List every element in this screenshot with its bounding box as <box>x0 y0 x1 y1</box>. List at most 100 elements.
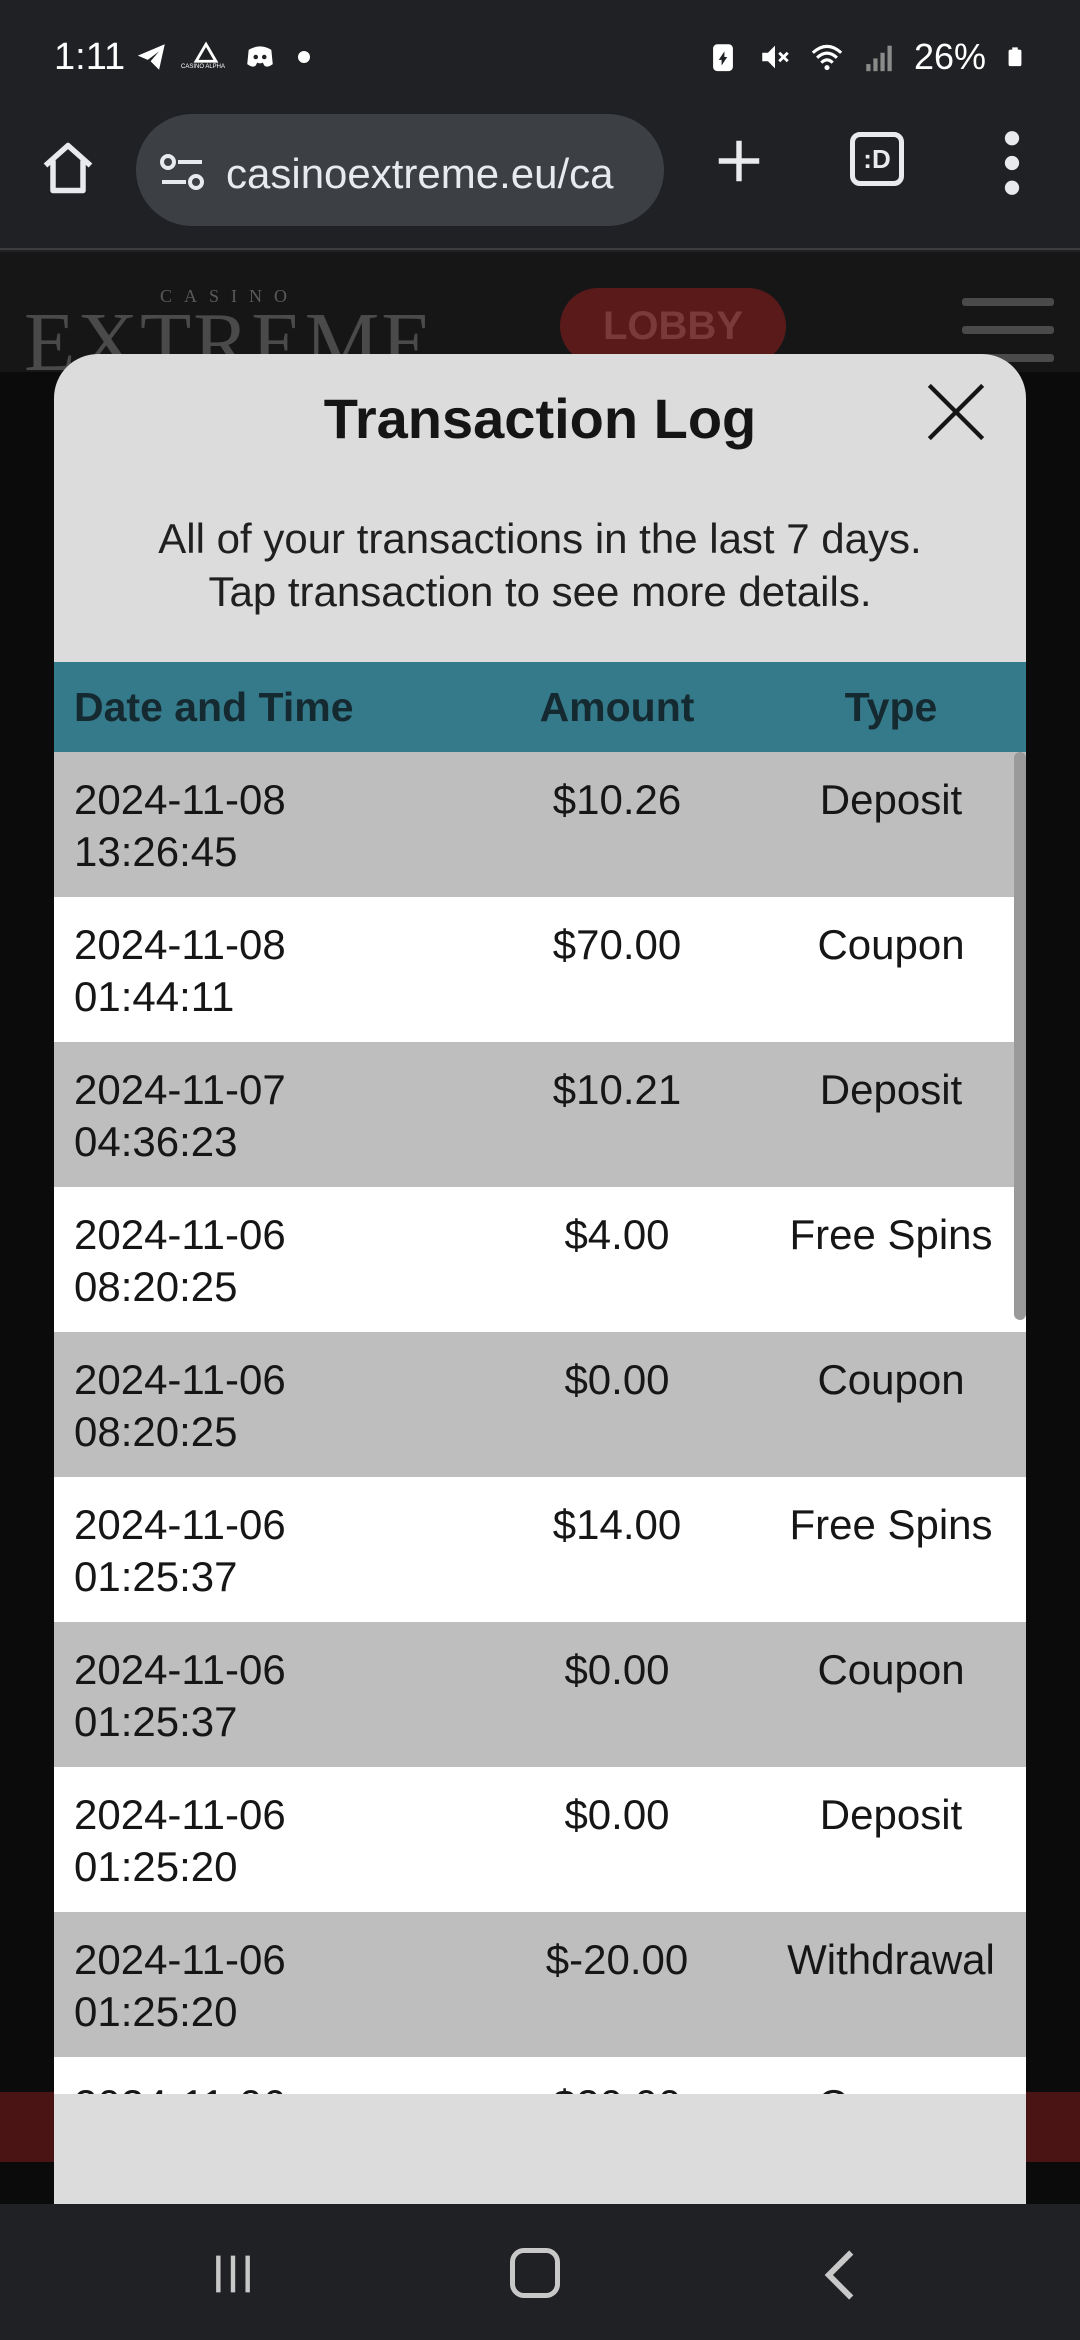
date-time-cell: 2024-11-08 13:26:45 <box>54 752 478 897</box>
browser-toolbar: casinoextreme.eu/ca :D <box>0 112 1080 250</box>
type-cell: Withdrawal <box>787 1936 995 1983</box>
date-text: 2024-11-06 <box>74 1356 286 1403</box>
notification-icons: CASINO ALPHA <box>135 40 311 74</box>
transaction-row[interactable]: 2024-11-08 13:26:45 $10.26 Deposit <box>54 752 1026 897</box>
transaction-row[interactable]: 2024-11-08 01:44:11 $70.00 Coupon <box>54 897 1026 1042</box>
column-header-date: Date and Time <box>74 683 354 730</box>
status-time: 1:11 <box>54 36 126 78</box>
time-text: 04:36:23 <box>74 1118 238 1165</box>
time-text: 08:20:25 <box>74 1408 238 1455</box>
dot-icon <box>298 51 310 63</box>
table-scrollbar[interactable] <box>1014 752 1026 1320</box>
date-time-cell: 2024-11-06 01:25:37 <box>54 1477 478 1622</box>
home-icon[interactable] <box>38 138 98 198</box>
time-text: 08:20:25 <box>74 1263 238 1310</box>
type-cell: Coupon <box>817 921 965 968</box>
lobby-button[interactable]: LOBBY <box>560 288 786 364</box>
type-cell: Free Spins <box>789 1501 993 1548</box>
time-text: 01:25:37 <box>74 1553 238 1600</box>
type-cell: Deposit <box>819 1791 963 1838</box>
date-text: 2024-11-06 <box>74 1936 286 1983</box>
date-time-cell: 2024-11-08 01:44:11 <box>54 897 478 1042</box>
transaction-row[interactable]: 2024-11-06 $20.00 Coupon <box>54 2057 1026 2094</box>
amount-cell: $10.26 <box>552 776 682 823</box>
transaction-row[interactable]: 2024-11-06 01:25:20 $0.00 Deposit <box>54 1767 1026 1912</box>
subtitle-line-2: Tap transaction to see more details. <box>208 568 872 615</box>
amount-cell: $4.00 <box>564 1211 670 1258</box>
home-button-icon[interactable] <box>510 2248 560 2298</box>
date-text: 2024-11-06 <box>74 1646 286 1693</box>
amount-cell: $0.00 <box>564 1791 670 1838</box>
subtitle-line-1: All of your transactions in the last 7 d… <box>158 515 922 562</box>
battery-icon <box>1008 47 1022 67</box>
amount-cell: $0.00 <box>564 1356 670 1403</box>
type-cell: Deposit <box>819 776 963 823</box>
type-cell: Free Spins <box>789 1211 993 1258</box>
casino-alpha-label: CASINO ALPHA <box>181 64 226 70</box>
transaction-row[interactable]: 2024-11-06 08:20:25 $4.00 Free Spins <box>54 1187 1026 1332</box>
type-cell: Deposit <box>819 1066 963 1113</box>
casino-alpha-icon: CASINO ALPHA <box>181 40 225 74</box>
amount-cell: $10.21 <box>552 1066 682 1113</box>
type-cell: Coupon <box>817 1356 965 1403</box>
transaction-log-modal: Transaction Log All of your transactions… <box>54 354 1026 2204</box>
discord-icon <box>247 46 273 67</box>
wifi-icon <box>811 44 843 71</box>
system-icons: 26% <box>706 36 1026 78</box>
amount-cell: $70.00 <box>552 921 682 968</box>
transaction-table-body: 2024-11-08 13:26:45 $10.26 Deposit 2024-1… <box>54 752 1026 2094</box>
time-text: 13:26:45 <box>74 828 238 875</box>
date-text: 2024-11-06 <box>74 1211 286 1258</box>
date-text: 2024-11-08 <box>74 776 286 823</box>
column-header-amount: Amount <box>539 683 695 730</box>
time-text: 01:25:20 <box>74 1843 238 1890</box>
transaction-row[interactable]: 2024-11-06 01:25:20 $-20.00 Withdrawal <box>54 1912 1026 2057</box>
url-text[interactable]: casinoextreme.eu/ca <box>226 150 656 198</box>
date-time-cell: 2024-11-06 01:25:20 <box>54 1912 478 2057</box>
amount-cell: $20.00 <box>478 2057 756 2094</box>
telegram-icon <box>137 44 165 70</box>
transaction-row[interactable]: 2024-11-06 01:25:37 $14.00 Free Spins <box>54 1477 1026 1622</box>
new-tab-icon[interactable] <box>712 134 766 188</box>
date-time-cell: 2024-11-06 08:20:25 <box>54 1187 478 1332</box>
recent-apps-icon[interactable] <box>210 2252 256 2296</box>
time-text: 01:25:20 <box>74 1988 238 2035</box>
column-header-type: Type <box>844 683 938 730</box>
date-text: 2024-11-06 <box>74 1791 286 1838</box>
time-text: 01:25:37 <box>74 1698 238 1745</box>
tab-switcher-button[interactable]: :D <box>850 132 904 186</box>
transaction-row[interactable]: 2024-11-06 01:25:37 $0.00 Coupon <box>54 1622 1026 1767</box>
date-text: 2024-11-07 <box>74 1066 286 1113</box>
amount-cell: $0.00 <box>564 1646 670 1693</box>
date-time-cell: 2024-11-06 01:25:37 <box>54 1622 478 1767</box>
transaction-row[interactable]: 2024-11-06 08:20:25 $0.00 Coupon <box>54 1332 1026 1477</box>
amount-cell: $14.00 <box>552 1501 682 1548</box>
date-time-cell: 2024-11-06 08:20:25 <box>54 1332 478 1477</box>
site-settings-icon[interactable] <box>158 150 206 194</box>
tab-switcher-label: :D <box>863 144 891 174</box>
status-bar: 1:11 CASINO ALPHA 26% <box>0 0 1080 112</box>
date-text: 2024-11-06 <box>74 1501 286 1548</box>
more-options-icon[interactable] <box>1000 130 1024 196</box>
date-time-cell: 2024-11-06 <box>54 2057 478 2094</box>
close-icon[interactable] <box>924 380 988 444</box>
table-header: Date and Time Amount Type <box>54 662 1026 752</box>
modal-title: Transaction Log <box>323 387 757 450</box>
address-bar[interactable]: casinoextreme.eu/ca <box>136 114 664 226</box>
date-text: 2024-11-08 <box>74 921 286 968</box>
system-navigation-bar <box>0 2204 1080 2340</box>
transaction-row[interactable]: 2024-11-07 04:36:23 $10.21 Deposit <box>54 1042 1026 1187</box>
amount-cell: $-20.00 <box>545 1936 689 1983</box>
type-cell: Coupon <box>817 1646 965 1693</box>
signal-icon <box>866 45 892 72</box>
date-time-cell: 2024-11-06 01:25:20 <box>54 1767 478 1912</box>
date-time-cell: 2024-11-07 04:36:23 <box>54 1042 478 1187</box>
date-text: 2024-11-06 <box>74 2079 478 2094</box>
battery-percent: 26% <box>913 36 986 77</box>
back-icon[interactable] <box>820 2248 860 2302</box>
type-cell: Coupon <box>756 2057 1026 2094</box>
mute-icon <box>762 45 789 69</box>
time-text: 01:44:11 <box>74 973 235 1020</box>
battery-saver-icon <box>713 44 733 72</box>
modal-subtitle: All of your transactions in the last 7 d… <box>54 512 1026 618</box>
